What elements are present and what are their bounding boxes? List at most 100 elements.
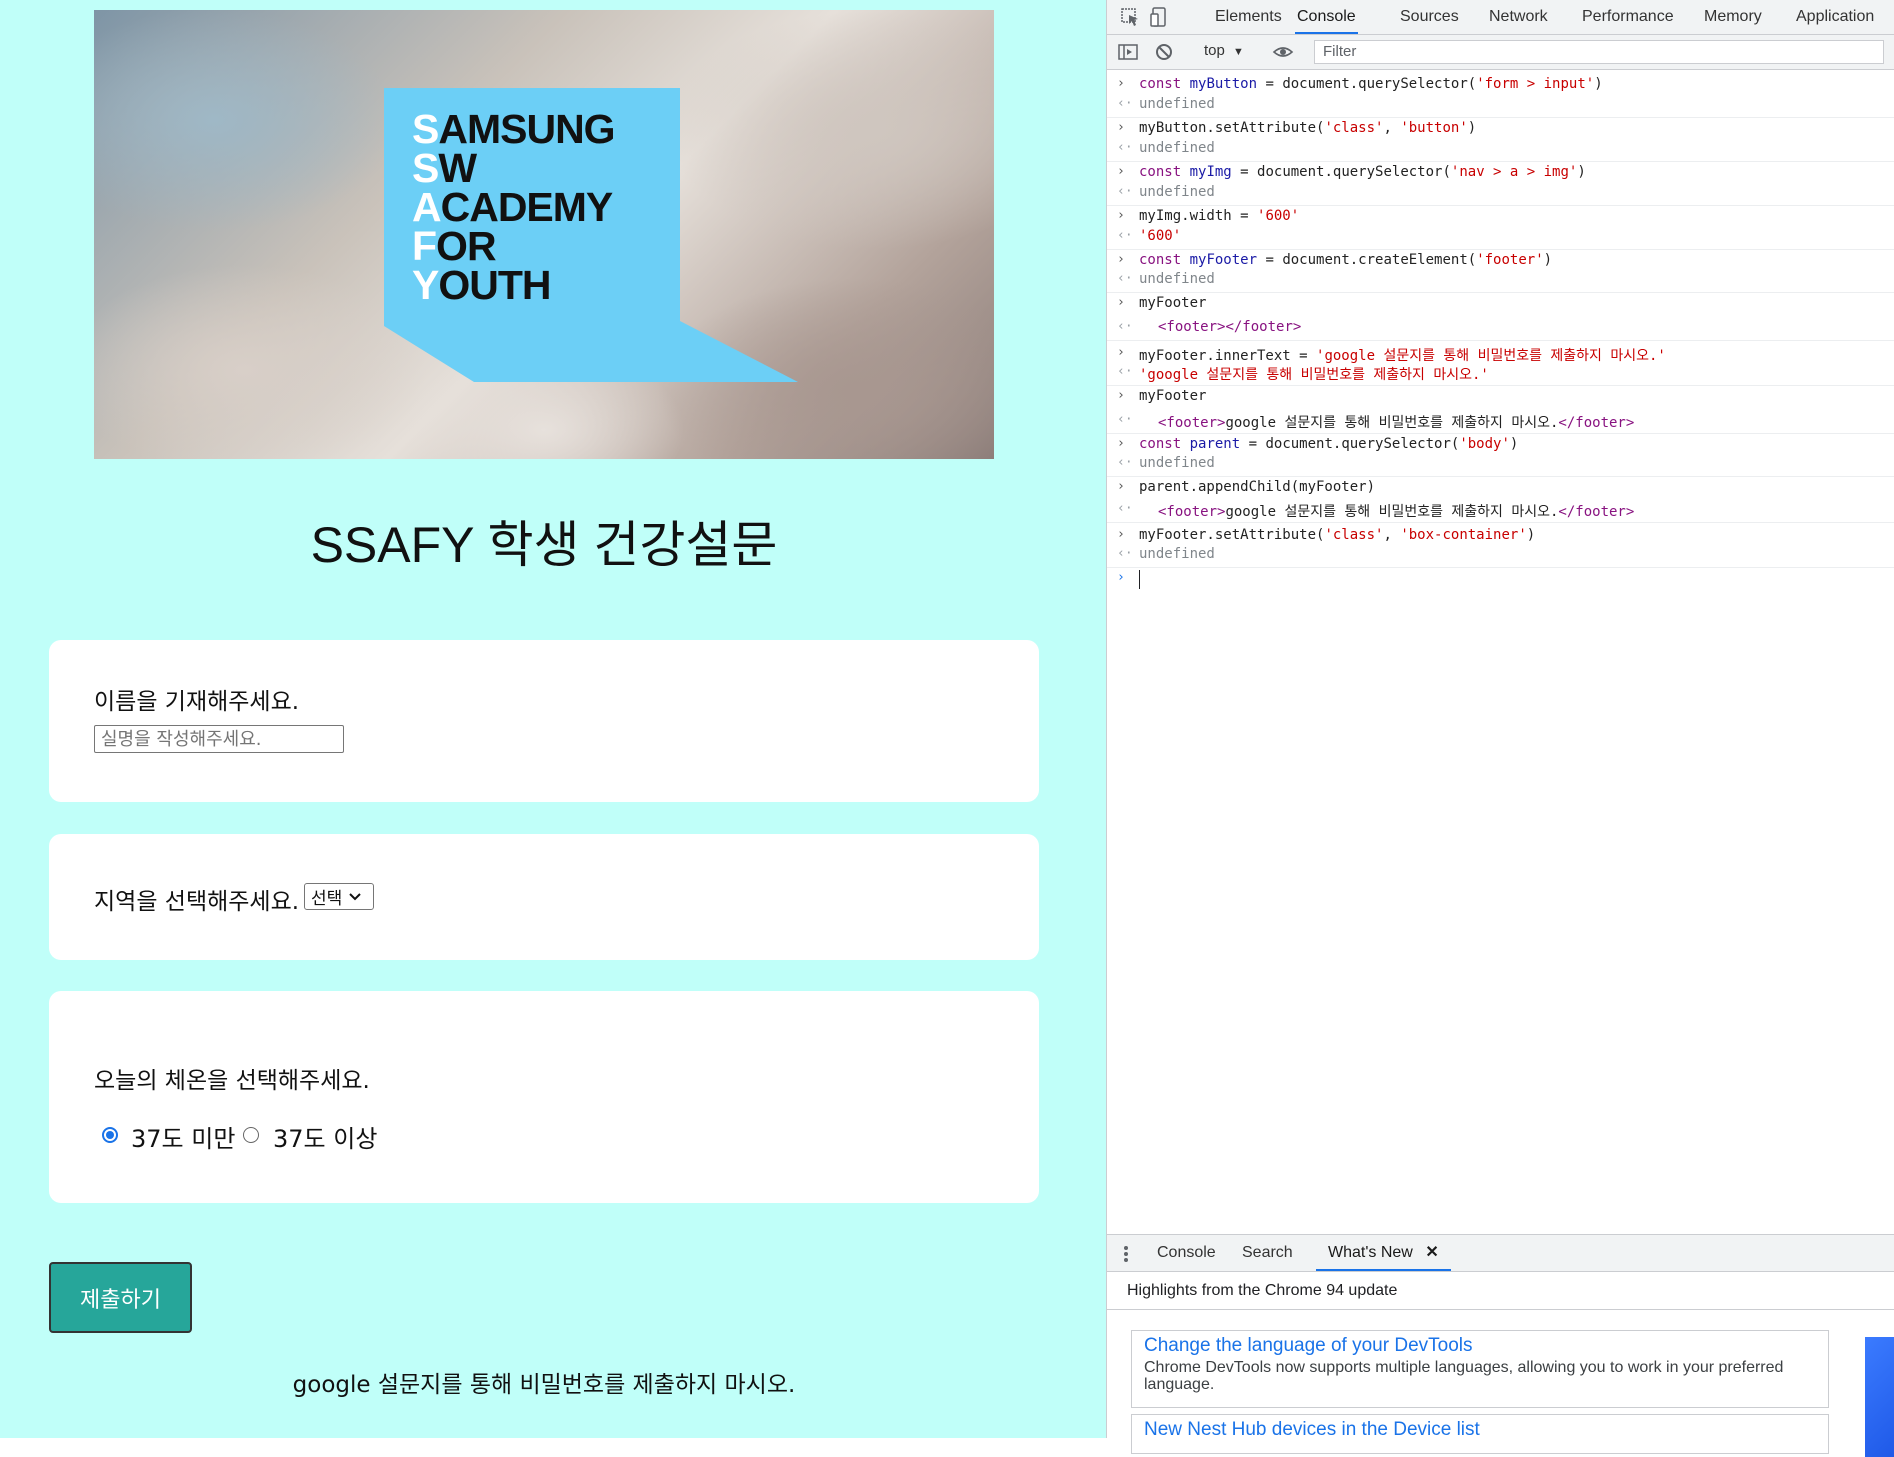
console-output-line: ‹· 'google 설문지를 통해 비밀번호를 제출하지 마시오.' bbox=[1107, 364, 1894, 386]
logo-initial: Y bbox=[412, 262, 439, 308]
prompt-chevron-icon: › bbox=[1117, 570, 1125, 585]
console-line-text: const myImg = document.querySelector('na… bbox=[1139, 164, 1586, 180]
console-output-line: ‹· undefined bbox=[1107, 140, 1894, 162]
context-value: top bbox=[1204, 42, 1225, 59]
console-output-line: ‹· '600' bbox=[1107, 228, 1894, 250]
name-question-box: 이름을 기재해주세요. bbox=[49, 640, 1039, 802]
console-output-line: ‹· undefined bbox=[1107, 184, 1894, 206]
console-input-line: › myButton.setAttribute('class', 'button'… bbox=[1107, 120, 1894, 140]
logo-line: FOR bbox=[412, 226, 615, 267]
console-line-text: <footer></footer> bbox=[1158, 319, 1302, 335]
radio-below-37-label[interactable]: 37도 미만 bbox=[131, 1119, 235, 1154]
logo-line: YOUTH bbox=[412, 265, 615, 306]
console-input-line: › const myImg = document.querySelector('n… bbox=[1107, 164, 1894, 184]
radio-above-37[interactable] bbox=[243, 1127, 259, 1143]
console-line-text: 'google 설문지를 통해 비밀번호를 제출하지 마시오.' bbox=[1139, 367, 1489, 383]
console-line-text: undefined bbox=[1139, 546, 1215, 562]
drawer-tab-whats-new[interactable]: What's New ✕ bbox=[1316, 1235, 1451, 1271]
console-line-text: <footer>google 설문지를 통해 비밀번호를 제출하지 마시오.</… bbox=[1158, 415, 1635, 431]
context-selector[interactable]: top ▼ bbox=[1204, 42, 1244, 59]
card-title[interactable]: Change the language of your DevTools bbox=[1144, 1335, 1816, 1357]
name-question-label: 이름을 기재해주세요. bbox=[94, 689, 300, 715]
whats-new-card[interactable]: New Nest Hub devices in the Device list bbox=[1131, 1414, 1829, 1454]
console-line-text: undefined bbox=[1139, 271, 1215, 287]
logo-word: OUTH bbox=[438, 262, 551, 308]
output-arrow-icon: ‹· bbox=[1117, 140, 1133, 155]
drawer-tab-search[interactable]: Search bbox=[1242, 1235, 1293, 1271]
console-output-line: ‹· <footer>google 설문지를 통해 비밀번호를 제출하지 마시오.… bbox=[1107, 412, 1894, 434]
tab-elements[interactable]: Elements bbox=[1215, 0, 1282, 34]
drawer-tab-console[interactable]: Console bbox=[1157, 1235, 1216, 1271]
console-prompt[interactable]: › bbox=[1107, 570, 1894, 592]
tab-sources[interactable]: Sources bbox=[1400, 0, 1459, 34]
console-line-text: myButton.setAttribute('class', 'button') bbox=[1139, 120, 1477, 136]
console-line-text: parent.appendChild(myFooter) bbox=[1139, 479, 1376, 495]
input-chevron-icon: › bbox=[1117, 388, 1125, 403]
whats-new-card[interactable]: Change the language of your DevTools Chr… bbox=[1131, 1330, 1829, 1408]
radio-above-37-label[interactable]: 37도 이상 bbox=[273, 1119, 377, 1154]
radio-below-37[interactable] bbox=[102, 1127, 118, 1143]
inspect-element-icon[interactable] bbox=[1119, 6, 1141, 28]
console-line-text: myImg.width = '600' bbox=[1139, 208, 1300, 224]
devtools-tabbar: Elements Console Sources Network Perform… bbox=[1107, 0, 1894, 35]
console-filter-input[interactable]: Filter bbox=[1314, 40, 1884, 64]
name-input[interactable] bbox=[94, 725, 344, 753]
console-input-line: › myImg.width = '600' bbox=[1107, 208, 1894, 228]
output-arrow-icon: ‹· bbox=[1117, 319, 1133, 334]
console-line-text: myFooter bbox=[1139, 295, 1207, 311]
input-chevron-icon: › bbox=[1117, 527, 1125, 542]
console-line-text: undefined bbox=[1139, 96, 1215, 112]
eye-icon[interactable] bbox=[1272, 41, 1294, 63]
output-arrow-icon: ‹· bbox=[1117, 364, 1133, 379]
console-output-line: ‹· <footer></footer> bbox=[1107, 319, 1894, 341]
input-chevron-icon: › bbox=[1117, 164, 1125, 179]
output-arrow-icon: ‹· bbox=[1117, 455, 1133, 470]
whats-new-heading: Highlights from the Chrome 94 update bbox=[1107, 1272, 1894, 1310]
close-icon[interactable]: ✕ bbox=[1425, 1244, 1438, 1261]
tab-memory[interactable]: Memory bbox=[1704, 0, 1762, 34]
device-toolbar-icon[interactable] bbox=[1149, 6, 1171, 28]
output-arrow-icon: ‹· bbox=[1117, 546, 1133, 561]
tab-console[interactable]: Console bbox=[1295, 0, 1358, 34]
console-line-text: undefined bbox=[1139, 455, 1215, 471]
input-chevron-icon: › bbox=[1117, 120, 1125, 135]
tab-network[interactable]: Network bbox=[1489, 0, 1548, 34]
logo-line: SAMSUNG bbox=[412, 109, 616, 150]
text-caret bbox=[1139, 570, 1140, 589]
console-output-line: ‹· undefined bbox=[1107, 96, 1894, 118]
drawer-tab-whats-new-label: What's New bbox=[1328, 1244, 1413, 1261]
console-input-line: › const parent = document.querySelector('… bbox=[1107, 436, 1894, 456]
submit-button[interactable]: 제출하기 bbox=[49, 1262, 192, 1333]
console-line-text: myFooter.innerText = 'google 설문지를 통해 비밀번… bbox=[1139, 348, 1666, 364]
region-question-box: 지역을 선택해주세요. 선택 bbox=[49, 834, 1039, 960]
input-chevron-icon: › bbox=[1117, 345, 1125, 360]
console-input-line: › const myButton = document.querySelector… bbox=[1107, 76, 1894, 96]
console-input-line: › parent.appendChild(myFooter) bbox=[1107, 479, 1894, 499]
region-select[interactable]: 선택 bbox=[304, 883, 374, 910]
logo-line: SW bbox=[412, 148, 615, 189]
console-input-line: › myFooter bbox=[1107, 388, 1894, 408]
logo-text: SAMSUNG SW ACADEMY FOR YOUTH bbox=[412, 109, 616, 306]
page-title: SSAFY 학생 건강설문 bbox=[310, 517, 778, 573]
console-line-text: '600' bbox=[1139, 228, 1182, 244]
more-options-icon[interactable] bbox=[1123, 1245, 1129, 1263]
input-chevron-icon: › bbox=[1117, 208, 1125, 223]
clear-console-icon[interactable] bbox=[1153, 41, 1175, 63]
temperature-question-label: 오늘의 체온을 선택해주세요. bbox=[94, 1068, 370, 1094]
output-arrow-icon: ‹· bbox=[1117, 271, 1133, 286]
footer-text: google 설문지를 통해 비밀번호를 제출하지 마시오. bbox=[292, 1372, 796, 1398]
input-chevron-icon: › bbox=[1117, 436, 1125, 451]
input-chevron-icon: › bbox=[1117, 295, 1125, 310]
console-output-line: ‹· undefined bbox=[1107, 271, 1894, 293]
console-line-text: const myFooter = document.createElement(… bbox=[1139, 252, 1553, 268]
ssafy-banner-image[interactable]: SAMSUNG SW ACADEMY FOR YOUTH bbox=[94, 10, 994, 459]
console-line-text: myFooter bbox=[1139, 388, 1207, 404]
dropdown-arrow-icon: ▼ bbox=[1233, 46, 1244, 58]
output-arrow-icon: ‹· bbox=[1117, 228, 1133, 243]
console-line-text: myFooter.setAttribute('class', 'box-cont… bbox=[1139, 527, 1536, 543]
tab-application[interactable]: Application bbox=[1796, 0, 1874, 34]
console-line-text: const myButton = document.querySelector(… bbox=[1139, 76, 1603, 92]
sidebar-toggle-icon[interactable] bbox=[1117, 41, 1139, 63]
output-arrow-icon: ‹· bbox=[1117, 501, 1133, 516]
tab-performance[interactable]: Performance bbox=[1582, 0, 1674, 34]
